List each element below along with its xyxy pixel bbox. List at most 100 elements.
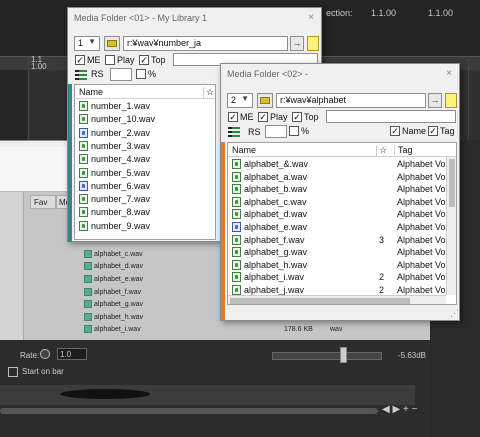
me-checkbox[interactable]: ✓ [228, 112, 238, 122]
column-star[interactable]: ☆ [376, 145, 387, 156]
volume-db-readout: -5.63dB [398, 351, 427, 360]
pct-checkbox[interactable] [289, 126, 299, 136]
file-row[interactable]: alphabet_f.wav 3 Alphabet Vo [228, 234, 446, 247]
file-row[interactable]: alphabet_e.wav Alphabet Vo [228, 221, 446, 234]
file-name: alphabet_h.wav [244, 259, 308, 270]
file-row[interactable]: number_10.wav [75, 113, 215, 126]
vertical-scrollbar[interactable] [446, 157, 456, 295]
file-list[interactable]: Name ☆ Tag alphabet_&.wav Alphabet Vo alph… [227, 142, 457, 305]
list-item[interactable]: alphabet_i.wav [84, 325, 224, 337]
file-row[interactable]: alphabet_i.wav 2 Alphabet Vo [228, 271, 446, 284]
rs-input[interactable] [265, 125, 287, 138]
pct-label: % [301, 126, 310, 136]
file-list[interactable]: Name ☆ number_1.wav number_10.wav number_2… [74, 84, 216, 240]
file-tag: Alphabet Vo [397, 159, 446, 169]
scroll-buttons[interactable]: ◀ ▶ + − [382, 404, 417, 415]
list-options-icon[interactable] [228, 126, 240, 138]
volume-slider-handle[interactable] [340, 347, 347, 363]
wav-file-icon [232, 184, 241, 195]
column-name[interactable]: Name [232, 145, 256, 155]
file-name: alphabet_i.wav [244, 272, 305, 283]
scrollbar-thumb[interactable] [449, 159, 455, 207]
note-button[interactable] [307, 36, 319, 51]
file-row[interactable]: number_7.wav [75, 193, 215, 206]
file-row[interactable]: alphabet_h.wav Alphabet Vo [228, 259, 446, 272]
list-item[interactable]: alphabet_d.wav [84, 262, 224, 274]
close-icon[interactable]: × [305, 12, 317, 24]
file-row[interactable]: number_4.wav [75, 153, 215, 166]
window-title[interactable]: Media Folder <01> - My Library 1 [68, 8, 321, 28]
pct-checkbox[interactable] [136, 69, 146, 79]
go-button[interactable]: → [290, 36, 304, 51]
wav-file-icon [232, 259, 241, 270]
file-row[interactable]: alphabet_c.wav Alphabet Vo [228, 196, 446, 209]
list-options-icon[interactable] [75, 69, 87, 81]
file-name: number_2.wav [91, 127, 151, 138]
start-on-bar-checkbox[interactable] [8, 367, 18, 377]
window-title[interactable]: Media Folder <02> - [221, 64, 459, 84]
open-folder-button[interactable] [104, 36, 120, 51]
go-button[interactable]: → [428, 93, 442, 108]
media-explorer-tree[interactable] [0, 192, 24, 340]
horizontal-scrollbar[interactable] [228, 295, 446, 304]
volume-slider[interactable] [272, 352, 382, 360]
list-item[interactable]: alphabet_f.wav [84, 288, 224, 300]
note-button[interactable] [445, 93, 457, 108]
horizontal-scrollbar[interactable] [0, 408, 378, 414]
file-row[interactable]: number_6.wav [75, 180, 215, 193]
close-icon[interactable]: × [443, 68, 455, 80]
rate-input[interactable]: 1.0 [57, 348, 87, 360]
file-row[interactable]: number_2.wav [75, 127, 215, 140]
column-star[interactable]: ☆ [203, 87, 214, 98]
section-end-time[interactable]: 1.1.00 [428, 8, 453, 18]
file-row[interactable]: number_1.wav [75, 100, 215, 113]
file-row[interactable]: alphabet_a.wav Alphabet Vo [228, 171, 446, 184]
play-checkbox[interactable]: ✓ [258, 112, 268, 122]
folder-number-select[interactable]: 2 ▼ [227, 93, 253, 108]
file-rating: 2 [379, 285, 385, 295]
file-row[interactable]: number_8.wav [75, 206, 215, 219]
top-checkbox[interactable]: ✓ [292, 112, 302, 122]
file-name: alphabet_d.wav [244, 209, 308, 220]
file-row[interactable]: number_9.wav [75, 220, 215, 233]
list-item[interactable]: alphabet_h.wav [84, 313, 224, 325]
start-on-bar-label: Start on bar [22, 367, 64, 376]
rs-input[interactable] [110, 68, 132, 81]
file-name: alphabet_f.wav [244, 234, 305, 245]
column-name[interactable]: Name [79, 87, 103, 97]
open-folder-button[interactable] [257, 93, 273, 108]
wav-file-icon [79, 114, 88, 125]
play-checkbox[interactable] [105, 55, 115, 65]
section-start-time[interactable]: 1.1.00 [371, 8, 396, 18]
top-checkbox[interactable]: ✓ [139, 55, 149, 65]
file-name: alphabet_g.wav [244, 247, 308, 258]
file-row[interactable]: alphabet_b.wav Alphabet Vo [228, 183, 446, 196]
tag-filter-checkbox[interactable]: ✓ [428, 126, 438, 136]
folder-number-select[interactable]: 1 ▼ [74, 36, 100, 51]
column-fav[interactable]: Fav [30, 195, 56, 209]
list-item[interactable]: alphabet_e.wav [84, 275, 224, 287]
rate-knob[interactable] [40, 349, 50, 359]
name-filter-checkbox[interactable]: ✓ [390, 126, 400, 136]
scrollbar-thumb[interactable] [230, 298, 410, 304]
path-input[interactable]: r:¥wav¥number_ja [123, 36, 288, 51]
wav-file-icon [84, 300, 92, 308]
resize-grip-icon[interactable]: ⋰ [450, 308, 459, 319]
filter-input[interactable] [326, 110, 456, 123]
rs-label: RS [248, 127, 261, 137]
list-item[interactable]: alphabet_g.wav [84, 300, 224, 312]
file-name: number_8.wav [91, 207, 151, 218]
file-row[interactable]: number_5.wav [75, 167, 215, 180]
section-label: ection: [326, 8, 353, 18]
file-rating: 2 [379, 272, 385, 283]
column-tag[interactable]: Tag [394, 145, 413, 155]
path-input[interactable]: r:¥wav¥alphabet [276, 93, 426, 108]
wav-file-icon [84, 288, 92, 296]
file-row[interactable]: alphabet_&.wav Alphabet Vo [228, 158, 446, 171]
file-row[interactable]: alphabet_d.wav Alphabet Vo [228, 208, 446, 221]
file-row[interactable]: alphabet_g.wav Alphabet Vo [228, 246, 446, 259]
file-row[interactable]: number_3.wav [75, 140, 215, 153]
list-item[interactable]: alphabet_c.wav [84, 250, 224, 262]
file-tag: Alphabet Vo [397, 222, 446, 232]
me-checkbox[interactable]: ✓ [75, 55, 85, 65]
